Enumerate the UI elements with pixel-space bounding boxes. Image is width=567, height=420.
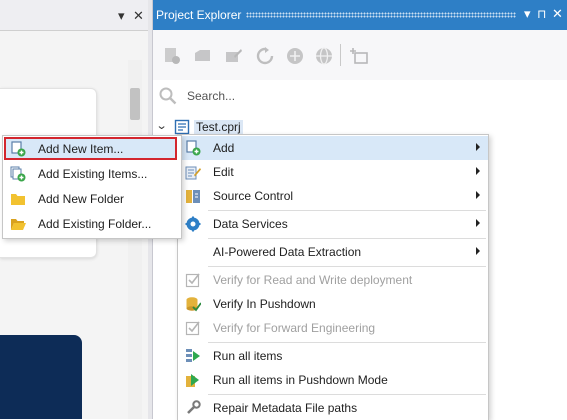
close-icon[interactable]: ✕ [552,7,563,21]
globe-icon[interactable] [315,47,333,65]
pane-dropdown-icon[interactable]: ▾ [118,9,125,22]
submenu-arrow-icon [476,143,480,151]
menu-item-source-control[interactable]: Source Control [178,184,488,208]
menu-item-repair-metadata[interactable]: Repair Metadata File paths [178,396,488,420]
toolbar-separator [340,44,341,66]
menu-item-label: Repair Metadata File paths [213,401,358,415]
add-icon [186,140,201,156]
new-item-icon[interactable] [163,47,181,65]
submenu-arrow-icon [476,167,480,175]
explorer-toolbar [153,30,567,80]
menu-item-label: Add Existing Folder... [38,217,152,231]
menu-item-run-pushdown[interactable]: Run all items in Pushdown Mode [178,368,488,392]
menu-item-label: Verify for Read and Write deployment [213,273,413,287]
edit-icon [185,166,201,180]
submenu-item-add-new-folder[interactable]: Add New Folder [3,187,181,211]
new-item-icon [11,141,26,157]
search-input[interactable] [187,87,527,105]
menu-item-verify-pushdown[interactable]: Verify In Pushdown [178,292,488,316]
chevron-down-icon[interactable]: ⌄ [156,119,168,132]
explorer-search [157,84,559,108]
source-control-icon [186,190,200,203]
new-folder-icon [11,194,25,205]
menu-separator [208,266,486,267]
open-icon[interactable] [194,47,212,65]
menu-separator [208,342,486,343]
submenu-arrow-icon [476,191,480,199]
repair-icon [187,400,201,414]
dark-panel [0,335,82,419]
menu-item-label: Run all items [213,349,283,363]
submenu-item-add-existing-folder[interactable]: Add Existing Folder... [3,212,181,236]
menu-item-label: AI-Powered Data Extraction [213,245,362,259]
verify-icon [185,273,200,288]
menu-item-verify-forward[interactable]: Verify for Forward Engineering [178,316,488,340]
menu-item-label: Add New Folder [38,192,125,206]
run-pushdown-icon [186,374,199,387]
edit-icon[interactable] [225,47,243,65]
menu-separator [208,238,486,239]
menu-item-add[interactable]: Add [178,136,488,160]
connect-icon[interactable] [286,47,304,65]
context-menu: Add Edit Source Control Data Services AI… [177,134,489,420]
submenu-item-add-new-item[interactable]: Add New Item... [3,137,181,161]
menu-item-label: Verify for Forward Engineering [213,321,376,335]
tree-item-label: Test.cprj [194,120,243,134]
menu-item-label: Add [213,141,235,155]
menu-item-verify-read-write[interactable]: Verify for Read and Write deployment [178,268,488,292]
add-node-icon[interactable] [350,47,368,65]
menu-item-label: Source Control [213,189,294,203]
pin-icon[interactable]: ⊓ [537,7,546,21]
menu-item-data-services[interactable]: Data Services [178,212,488,236]
menu-item-run-all[interactable]: Run all items [178,344,488,368]
menu-item-label: Data Services [213,217,288,231]
submenu-item-add-existing-items[interactable]: Add Existing Items... [3,162,181,186]
project-file-icon [174,119,190,135]
existing-items-icon [10,166,26,182]
chevron-down-icon[interactable]: ▾ [524,7,531,21]
existing-folder-icon [11,219,26,230]
scrollbar-thumb[interactable] [130,88,140,120]
menu-item-label: Add New Item... [38,142,124,156]
verify-pushdown-icon [186,297,201,312]
menu-item-ai-data-extraction[interactable]: AI-Powered Data Extraction [178,240,488,264]
data-services-icon [185,216,201,232]
editor-scrollbar[interactable] [128,60,142,419]
run-icon [186,349,200,362]
titlebar-grip [246,12,516,18]
editor-tab-strip: ▾ ✕ [0,0,148,31]
menu-item-label: Verify In Pushdown [213,297,316,311]
menu-separator [208,394,486,395]
menu-item-label: Add Existing Items... [38,167,148,181]
panel-title: Project Explorer [156,8,242,22]
refresh-icon[interactable] [256,47,274,65]
submenu-arrow-icon [476,219,480,227]
menu-item-label: Run all items in Pushdown Mode [213,373,388,387]
submenu-arrow-icon [476,247,480,255]
add-submenu: Add New Item... Add Existing Items... Ad… [2,135,182,239]
search-icon [159,87,177,105]
project-explorer-titlebar[interactable]: Project Explorer ▾ ⊓ ✕ [153,0,567,30]
pane-close-icon[interactable]: ✕ [133,9,144,22]
verify-icon [185,321,200,336]
menu-item-label: Edit [213,165,234,179]
menu-separator [208,210,486,211]
menu-item-edit[interactable]: Edit [178,160,488,184]
